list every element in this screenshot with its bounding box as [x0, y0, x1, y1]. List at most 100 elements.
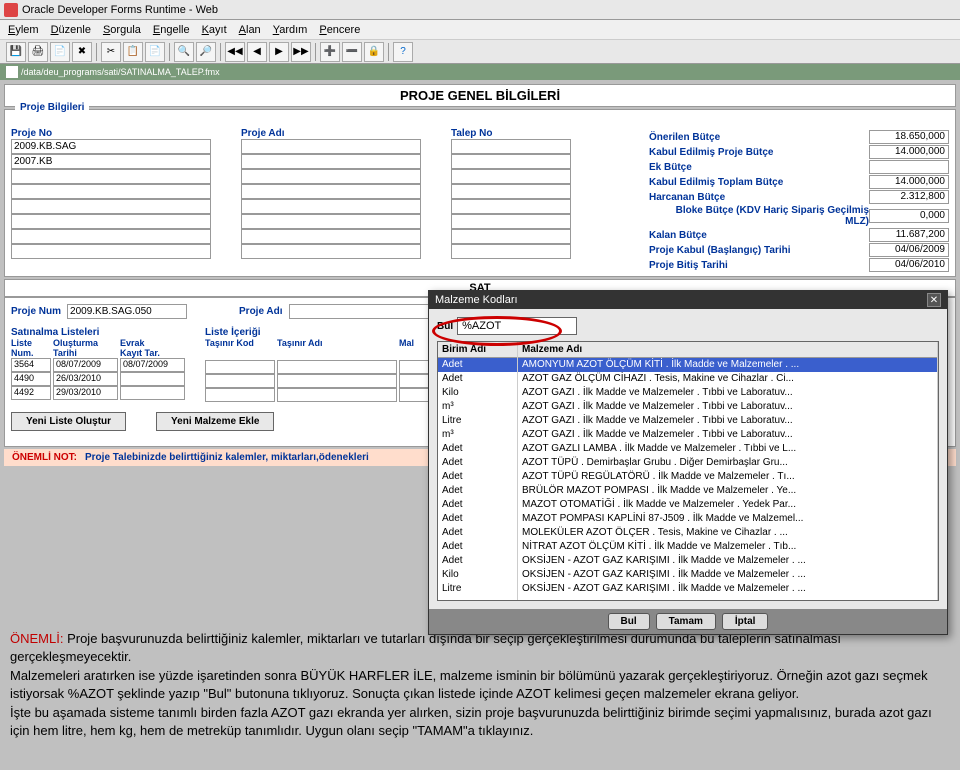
result-birim[interactable]: Litre: [438, 414, 517, 428]
proje-adi-6[interactable]: [241, 229, 421, 244]
olusturma-1[interactable]: 26/03/2010: [53, 372, 118, 386]
proje-no-6[interactable]: [11, 229, 211, 244]
yeni-liste-button[interactable]: Yeni Liste Oluştur: [11, 412, 126, 431]
tasinir-adi-0[interactable]: [277, 360, 397, 374]
result-malzeme[interactable]: AZOT TÜPÜ . Demirbaşlar Grubu . Diğer De…: [518, 456, 937, 470]
result-birim[interactable]: Adet: [438, 358, 517, 372]
tasinir-kod-1[interactable]: [205, 374, 275, 388]
talep-no-1[interactable]: [451, 154, 571, 169]
proje-no-4[interactable]: [11, 199, 211, 214]
result-birim[interactable]: Kilo: [438, 386, 517, 400]
bul-button[interactable]: Bul: [608, 613, 650, 630]
search-icon[interactable]: 🔍: [174, 42, 194, 62]
talep-no-2[interactable]: [451, 169, 571, 184]
print-icon[interactable]: 🖨: [28, 42, 48, 62]
proje-adi-0[interactable]: [241, 139, 421, 154]
result-birim[interactable]: m³: [438, 400, 517, 414]
result-malzeme[interactable]: MOLEKÜLER AZOT ÖLÇER . Tesis, Makine ve …: [518, 526, 937, 540]
proje-adi-5[interactable]: [241, 214, 421, 229]
help-icon[interactable]: ?: [393, 42, 413, 62]
val-bloke[interactable]: 0,000: [869, 209, 949, 223]
result-malzeme[interactable]: AZOT GAZ ÖLÇÜM CİHAZI . Tesis, Makine ve…: [518, 372, 937, 386]
result-malzeme[interactable]: AZOT GAZI . İlk Madde ve Malzemeler . Tı…: [518, 428, 937, 442]
prev-record-icon[interactable]: ◀: [247, 42, 267, 62]
menu-alan[interactable]: Alan: [239, 24, 261, 36]
talep-no-5[interactable]: [451, 214, 571, 229]
proje-no-0[interactable]: 2009.KB.SAG: [11, 139, 211, 154]
proje-adi-2[interactable]: [241, 169, 421, 184]
result-birim[interactable]: Litre: [438, 582, 517, 596]
val-kabul-toplam[interactable]: 14.000,000: [869, 175, 949, 189]
insert-record-icon[interactable]: ➕: [320, 42, 340, 62]
yeni-malzeme-button[interactable]: Yeni Malzeme Ekle: [156, 412, 274, 431]
exit-icon[interactable]: ✖: [72, 42, 92, 62]
print-setup-icon[interactable]: 📄: [50, 42, 70, 62]
val-kalan[interactable]: 11.687,200: [869, 228, 949, 242]
olusturma-2[interactable]: 29/03/2010: [53, 386, 118, 400]
evrak-0[interactable]: 08/07/2009: [120, 358, 185, 372]
result-malzeme[interactable]: AZOT GAZI . İlk Madde ve Malzemeler . Tı…: [518, 414, 937, 428]
remove-record-icon[interactable]: ➖: [342, 42, 362, 62]
result-malzeme[interactable]: BRÜLÖR MAZOT POMPASI . İlk Madde ve Malz…: [518, 484, 937, 498]
talep-no-6[interactable]: [451, 229, 571, 244]
result-malzeme[interactable]: OKSİJEN - AZOT GAZ KARIŞIMI . İlk Madde …: [518, 582, 937, 596]
paste-icon[interactable]: 📄: [145, 42, 165, 62]
result-birim[interactable]: Adet: [438, 526, 517, 540]
result-malzeme[interactable]: AZOT TÜPÜ REGÜLATÖRÜ . İlk Madde ve Malz…: [518, 470, 937, 484]
talep-no-0[interactable]: [451, 139, 571, 154]
result-malzeme[interactable]: OKSİJEN - AZOT GAZ KARIŞIMI . İlk Madde …: [518, 568, 937, 582]
result-birim[interactable]: Adet: [438, 554, 517, 568]
tasinir-adi-2[interactable]: [277, 388, 397, 402]
result-malzeme[interactable]: AMONYUM AZOT ÖLÇÜM KİTİ . İlk Madde ve M…: [518, 358, 937, 372]
proje-no-3[interactable]: [11, 184, 211, 199]
evrak-2[interactable]: [120, 386, 185, 400]
result-malzeme[interactable]: AZOT GAZI . İlk Madde ve Malzemeler . Tı…: [518, 386, 937, 400]
iptal-button[interactable]: İptal: [722, 613, 769, 630]
proje-adi-7[interactable]: [241, 244, 421, 259]
proje-adi-3[interactable]: [241, 184, 421, 199]
menu-kayit[interactable]: Kayıt: [202, 24, 227, 36]
result-birim[interactable]: Adet: [438, 498, 517, 512]
proje-adi-4[interactable]: [241, 199, 421, 214]
tasinir-kod-2[interactable]: [205, 388, 275, 402]
menu-engelle[interactable]: Engelle: [153, 24, 190, 36]
result-malzeme[interactable]: AZOT GAZLI LAMBA . İlk Madde ve Malzemel…: [518, 442, 937, 456]
val-ek[interactable]: [869, 160, 949, 174]
result-birim[interactable]: Adet: [438, 456, 517, 470]
val-kabul-proje[interactable]: 14.000,000: [869, 145, 949, 159]
search-next-icon[interactable]: 🔎: [196, 42, 216, 62]
result-birim[interactable]: Kilo: [438, 568, 517, 582]
copy-icon[interactable]: 📋: [123, 42, 143, 62]
tasinir-kod-0[interactable]: [205, 360, 275, 374]
dialog-titlebar[interactable]: Malzeme Kodları ✕: [429, 291, 947, 309]
talep-no-4[interactable]: [451, 199, 571, 214]
evrak-1[interactable]: [120, 372, 185, 386]
result-birim[interactable]: Adet: [438, 372, 517, 386]
menu-pencere[interactable]: Pencere: [319, 24, 360, 36]
result-malzeme[interactable]: AZOT GAZI . İlk Madde ve Malzemeler . Tı…: [518, 400, 937, 414]
result-birim[interactable]: Adet: [438, 470, 517, 484]
val-bitis[interactable]: 04/06/2010: [869, 258, 949, 272]
close-icon[interactable]: ✕: [927, 293, 941, 307]
menu-eylem[interactable]: Eylem: [8, 24, 39, 36]
first-record-icon[interactable]: ◀◀: [225, 42, 245, 62]
val-onerilen[interactable]: 18.650,000: [869, 130, 949, 144]
olusturma-0[interactable]: 08/07/2009: [53, 358, 118, 372]
result-birim[interactable]: Adet: [438, 442, 517, 456]
last-record-icon[interactable]: ▶▶: [291, 42, 311, 62]
proje-no-1[interactable]: 2007.KB: [11, 154, 211, 169]
lock-icon[interactable]: 🔒: [364, 42, 384, 62]
liste-num-1[interactable]: 4490: [11, 372, 51, 386]
save-icon[interactable]: 💾: [6, 42, 26, 62]
result-malzeme[interactable]: OKSİJEN - AZOT GAZ KARIŞIMI . İlk Madde …: [518, 554, 937, 568]
cut-icon[interactable]: ✂: [101, 42, 121, 62]
sat-proje-num[interactable]: 2009.KB.SAG.050: [67, 304, 187, 319]
talep-no-7[interactable]: [451, 244, 571, 259]
tasinir-adi-1[interactable]: [277, 374, 397, 388]
result-birim[interactable]: Adet: [438, 540, 517, 554]
proje-no-7[interactable]: [11, 244, 211, 259]
proje-no-5[interactable]: [11, 214, 211, 229]
result-malzeme[interactable]: MAZOT POMPASI KAPLİNİ 87-J509 . İlk Madd…: [518, 512, 937, 526]
result-birim[interactable]: Adet: [438, 484, 517, 498]
liste-num-2[interactable]: 4492: [11, 386, 51, 400]
